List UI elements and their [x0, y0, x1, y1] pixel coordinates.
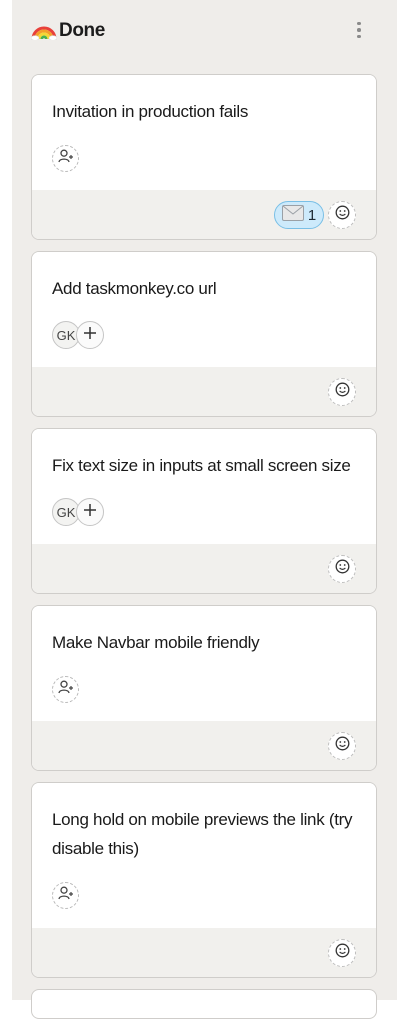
done-column: Done Invitation in production fails 1 Ad…	[12, 0, 397, 1019]
assign-user-button[interactable]	[52, 145, 79, 172]
assign-user-button[interactable]	[52, 882, 79, 909]
card-body: Add taskmonkey.co url GK	[32, 252, 376, 369]
card-footer: 1	[32, 190, 376, 239]
add-reaction-button[interactable]	[328, 732, 356, 760]
add-assignee-icon	[57, 886, 74, 905]
card-footer	[32, 544, 376, 593]
plus-icon	[83, 326, 97, 345]
card-title: Make Navbar mobile friendly	[52, 633, 260, 652]
assign-user-button[interactable]	[52, 676, 79, 703]
envelope-icon	[281, 204, 304, 226]
card-footer	[32, 367, 376, 416]
plus-icon	[83, 503, 97, 522]
task-card[interactable]: Make Navbar mobile friendly	[31, 605, 377, 771]
card-title: Fix text size in inputs at small screen …	[52, 456, 351, 475]
card-body: Fix text size in inputs at small screen …	[32, 429, 376, 546]
card-title: Invitation in production fails	[52, 102, 249, 121]
menu-dot	[357, 28, 361, 32]
add-assignee-button[interactable]	[76, 321, 104, 349]
add-assignee-button[interactable]	[76, 498, 104, 526]
card-body: Invitation in production fails	[32, 75, 376, 192]
smiley-icon	[335, 943, 350, 963]
task-card[interactable]: Long hold on mobile previews the link (t…	[31, 782, 377, 978]
card-title: Add taskmonkey.co url	[52, 279, 217, 298]
card-body: Long hold on mobile previews the link (t…	[32, 783, 376, 930]
smiley-icon	[335, 382, 350, 402]
smiley-icon	[335, 736, 350, 756]
add-reaction-button[interactable]	[328, 201, 356, 229]
add-reaction-button[interactable]	[328, 555, 356, 583]
task-card[interactable]: Invitation in production fails 1	[31, 74, 377, 240]
smiley-icon	[335, 205, 350, 225]
smiley-icon	[335, 559, 350, 579]
card-title: Long hold on mobile previews the link (t…	[52, 810, 353, 858]
add-reaction-button[interactable]	[328, 378, 356, 406]
add-reaction-button[interactable]	[328, 939, 356, 967]
card-footer	[32, 928, 376, 977]
column-header: Done	[12, 12, 397, 50]
add-assignee-icon	[57, 149, 74, 168]
task-card[interactable]	[31, 989, 377, 1019]
card-body: Make Navbar mobile friendly	[32, 606, 376, 723]
menu-dot	[357, 21, 361, 26]
rainbow-icon	[30, 18, 58, 41]
reaction-pill[interactable]: 1	[274, 201, 324, 229]
column-title: Done	[59, 20, 105, 41]
task-card[interactable]: Add taskmonkey.co url GK	[31, 251, 377, 417]
reaction-count: 1	[307, 206, 317, 224]
column-menu-button[interactable]	[350, 18, 368, 42]
add-assignee-icon	[57, 680, 74, 699]
task-card[interactable]: Fix text size in inputs at small screen …	[31, 428, 377, 594]
menu-dot	[357, 34, 361, 39]
card-footer	[32, 721, 376, 770]
